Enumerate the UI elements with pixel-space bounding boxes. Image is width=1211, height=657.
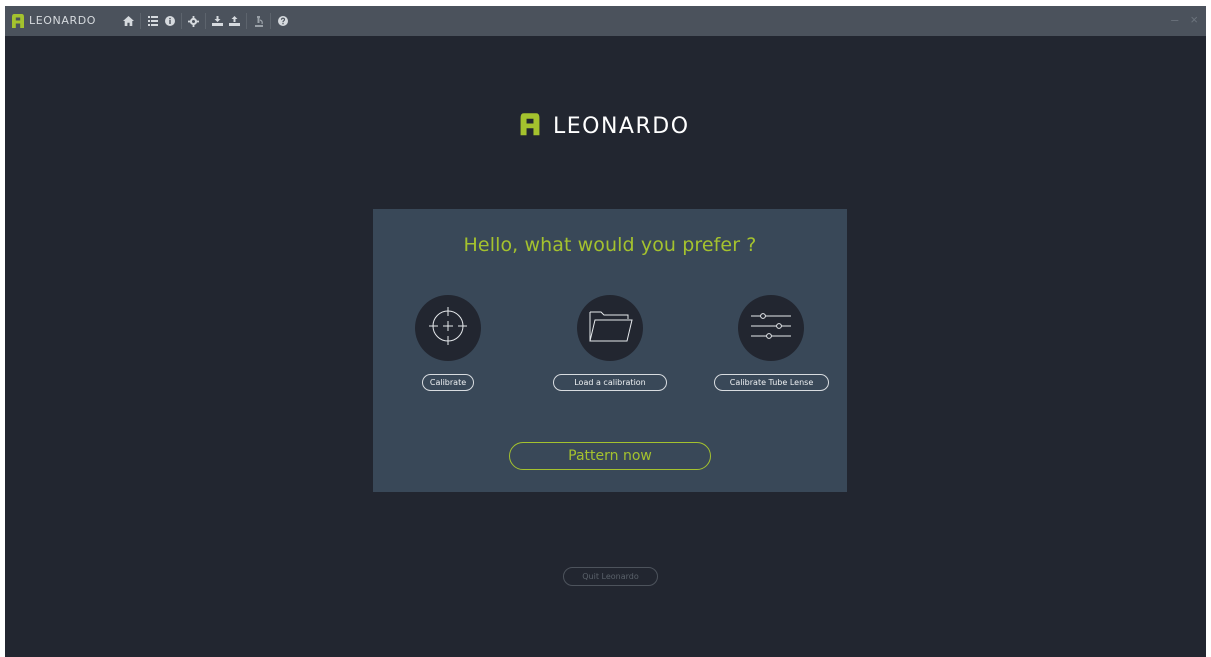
toolbar-divider [181, 13, 182, 29]
brand-name: LEONARDO [553, 113, 690, 139]
help-icon[interactable] [274, 13, 291, 29]
download-icon[interactable] [209, 13, 226, 29]
calibrate-button[interactable]: Calibrate [422, 374, 474, 391]
leonardo-logo-icon [519, 111, 541, 141]
toolbar-divider [270, 13, 271, 29]
load-calibration-option[interactable] [577, 295, 643, 361]
gear-icon[interactable] [185, 13, 202, 29]
toolbar [120, 13, 291, 29]
calibrate-tube-lense-option[interactable] [738, 295, 804, 361]
welcome-panel: Hello, what would you prefer ? Calibrate [373, 209, 847, 492]
calibrate-tube-lense-button[interactable]: Calibrate Tube Lense [714, 374, 829, 391]
toolbar-divider [140, 13, 141, 29]
greeting-heading: Hello, what would you prefer ? [463, 234, 757, 256]
window-controls: – × [1171, 12, 1198, 27]
info-icon[interactable] [161, 13, 178, 29]
app-title: LEONARDO [29, 14, 97, 27]
app-window: LEONARDO – × LEONARDO Hello, what would … [5, 6, 1206, 657]
minimize-button[interactable]: – [1171, 12, 1178, 27]
folder-icon [587, 308, 633, 349]
close-button[interactable]: × [1190, 12, 1198, 27]
toolbar-divider [205, 13, 206, 29]
brand-header: LEONARDO [519, 111, 690, 141]
upload-icon[interactable] [226, 13, 243, 29]
crosshair-icon [426, 304, 470, 353]
list-icon[interactable] [144, 13, 161, 29]
pattern-now-button[interactable]: Pattern now [509, 442, 711, 470]
home-icon[interactable] [120, 13, 137, 29]
calibrate-option[interactable] [415, 295, 481, 361]
title-bar: LEONARDO – × [5, 6, 1206, 36]
load-calibration-button[interactable]: Load a calibration [553, 374, 667, 391]
sliders-icon [749, 310, 793, 347]
microscope-icon[interactable] [250, 13, 267, 29]
leonardo-logo-icon [11, 13, 25, 33]
quit-button[interactable]: Quit Leonardo [563, 567, 658, 586]
toolbar-divider [246, 13, 247, 29]
